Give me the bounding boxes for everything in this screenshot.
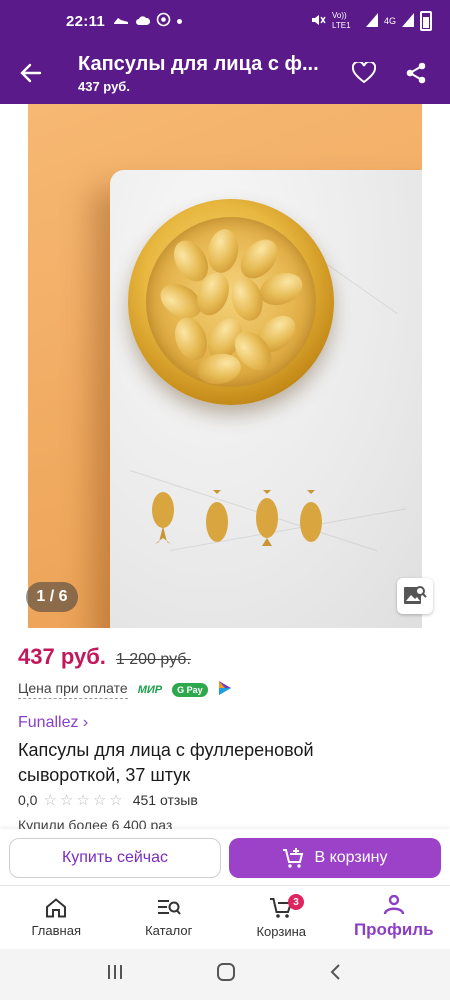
product-gallery[interactable]: 1 / 6 — [0, 104, 450, 631]
app-bar: Капсулы для лица с ф... 437 руб. — [0, 42, 450, 104]
back-arrow-icon — [20, 63, 42, 83]
star-icon: ☆ — [109, 792, 123, 809]
page-title: Капсулы для лица с ф... — [78, 52, 319, 75]
buy-now-button[interactable]: Купить сейчас — [9, 838, 221, 878]
system-nav-bar — [0, 949, 450, 1000]
action-bar: Купить сейчас В корзину — [0, 829, 450, 885]
price-row: 437 руб. 1 200 руб. — [18, 644, 191, 670]
bottom-nav: Главная Каталог 3 Корзина Профиль — [0, 885, 450, 949]
status-right-icons: Vo)) LTE1 4G — [310, 11, 432, 31]
current-price: 437 руб. — [18, 644, 106, 669]
share-button[interactable] — [390, 42, 442, 104]
brand-link[interactable]: Funallez › — [18, 714, 88, 732]
signal-icon-2 — [402, 12, 414, 30]
recent-apps-button[interactable] — [106, 963, 124, 986]
image-search-button[interactable] — [397, 578, 433, 614]
gallery-counter: 1 / 6 — [26, 582, 78, 612]
nav-label-home: Главная — [31, 922, 81, 938]
status-notification-icons — [113, 12, 183, 30]
notification-dot-icon — [177, 18, 183, 24]
gpay-icon: G Pay — [172, 682, 208, 697]
whatsapp-icon — [156, 12, 171, 30]
cart-badge: 3 — [288, 894, 304, 910]
nav-label-cart: Корзина — [256, 923, 307, 939]
heart-icon — [352, 62, 376, 84]
old-price: 1 200 руб. — [115, 651, 191, 668]
back-system-button[interactable] — [328, 963, 344, 986]
page-subtitle-price: 437 руб. — [78, 78, 130, 94]
nav-item-catalog[interactable]: Каталог — [113, 886, 226, 949]
product-photo[interactable] — [28, 104, 422, 628]
nav-item-home[interactable]: Главная — [0, 886, 113, 949]
home-circle-icon — [217, 963, 235, 981]
shoe-icon — [113, 14, 129, 29]
add-to-cart-label: В корзину — [314, 849, 388, 866]
add-to-cart-button[interactable]: В корзину — [229, 838, 441, 878]
mir-pay-icon: МИР — [137, 683, 163, 696]
profile-icon — [383, 895, 404, 915]
sbp-icon — [218, 680, 232, 699]
reviews-count[interactable]: 451 отзыв — [133, 792, 198, 808]
nav-label-catalog: Каталог — [145, 922, 193, 938]
star-icon: ☆ — [43, 792, 57, 809]
back-button[interactable] — [0, 42, 62, 104]
nav-item-profile[interactable]: Профиль — [338, 886, 450, 949]
capsule-jar — [128, 199, 334, 405]
status-bar: 22:11 Vo)) LTE1 4G — [0, 0, 450, 42]
catalog-icon — [157, 899, 181, 915]
star-icon: ☆ — [76, 792, 90, 809]
cloud-icon — [135, 14, 151, 29]
favorite-button[interactable] — [338, 42, 390, 104]
signal-icon — [365, 12, 378, 30]
product-name: Капсулы для лица с фуллереновой сыворотк… — [18, 740, 314, 785]
rating-row[interactable]: 0,0 ☆ ☆ ☆ ☆ ☆ 451 отзыв — [18, 791, 198, 809]
network-type: 4G — [383, 16, 396, 26]
status-time: 22:11 — [66, 12, 106, 30]
payment-price-label[interactable]: Цена при оплате — [18, 680, 128, 699]
app-bar-titles: Капсулы для лица с ф... 437 руб. — [62, 53, 338, 94]
battery-icon — [420, 11, 432, 31]
mute-icon — [310, 13, 326, 30]
star-icon: ☆ — [92, 792, 107, 809]
home-system-button[interactable] — [216, 962, 236, 987]
nav-item-cart[interactable]: 3 Корзина — [225, 886, 338, 949]
network-label: Vo)) LTE1 — [331, 11, 351, 30]
share-icon — [406, 62, 426, 84]
back-chevron-icon — [330, 964, 340, 980]
recent-apps-icon — [108, 965, 122, 979]
payment-row[interactable]: Цена при оплате МИР G Pay — [18, 680, 232, 699]
add-cart-icon — [283, 848, 304, 868]
star-icon: ☆ — [59, 792, 74, 809]
rating-stars: ☆ ☆ ☆ ☆ ☆ — [43, 791, 122, 809]
rating-value: 0,0 — [18, 792, 38, 808]
nav-label-profile: Профиль — [353, 920, 434, 939]
image-search-icon — [404, 586, 427, 604]
home-icon — [46, 897, 67, 917]
